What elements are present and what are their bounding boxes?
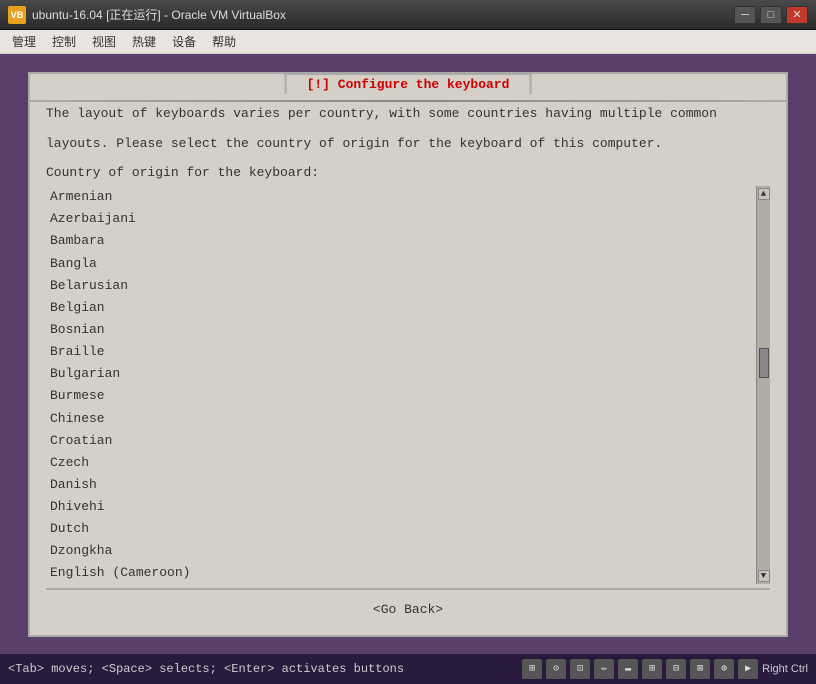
terminal-tab-title: [!] Configure the keyboard xyxy=(285,73,532,94)
country-list-item[interactable]: Danish xyxy=(46,474,756,496)
title-bar: VB ubuntu-16.04 [正在运行] - Oracle VM Virtu… xyxy=(0,0,816,30)
status-bar: <Tab> moves; <Space> selects; <Enter> ac… xyxy=(0,654,816,684)
status-icon-3: ⊡ xyxy=(570,659,590,679)
window-title: ubuntu-16.04 [正在运行] - Oracle VM VirtualB… xyxy=(32,6,286,23)
minimize-button[interactable]: ─ xyxy=(734,6,756,24)
country-label: Country of origin for the keyboard: xyxy=(46,165,770,180)
description-line2: layouts. Please select the country of or… xyxy=(46,134,770,155)
menu-item-设备[interactable]: 设备 xyxy=(164,31,204,52)
status-icon-9: ⊕ xyxy=(714,659,734,679)
title-bar-left: VB ubuntu-16.04 [正在运行] - Oracle VM Virtu… xyxy=(8,6,286,24)
country-list-item[interactable]: Croatian xyxy=(46,430,756,452)
menu-item-帮助[interactable]: 帮助 xyxy=(204,31,244,52)
status-icon-8: ⊠ xyxy=(690,659,710,679)
virtualbox-icon: VB xyxy=(8,6,26,24)
country-list-item[interactable]: Dhivehi xyxy=(46,496,756,518)
country-list-item[interactable]: Azerbaijani xyxy=(46,208,756,230)
country-list-item[interactable]: Chinese xyxy=(46,408,756,430)
country-list-item[interactable]: Dutch xyxy=(46,518,756,540)
country-list-container: ArmenianAzerbaijaniBambaraBanglaBelarusi… xyxy=(46,186,770,583)
close-button[interactable]: ✕ xyxy=(786,6,808,24)
country-list-item[interactable]: Bangla xyxy=(46,253,756,275)
scroll-track xyxy=(759,202,769,567)
status-icon-7: ⊟ xyxy=(666,659,686,679)
scroll-down-arrow[interactable]: ▼ xyxy=(758,570,770,582)
country-list-item[interactable]: Dzongkha xyxy=(46,540,756,562)
main-area: [!] Configure the keyboard The layout of… xyxy=(0,54,816,654)
right-ctrl-label: Right Ctrl xyxy=(762,663,808,675)
menu-item-视图[interactable]: 视图 xyxy=(84,31,124,52)
country-list-item[interactable]: Bambara xyxy=(46,230,756,252)
status-icon-2: ⊙ xyxy=(546,659,566,679)
country-list-item[interactable]: Belarusian xyxy=(46,275,756,297)
status-text: <Tab> moves; <Space> selects; <Enter> ac… xyxy=(8,662,404,676)
menu-item-控制[interactable]: 控制 xyxy=(44,31,84,52)
country-list-item[interactable]: Braille xyxy=(46,341,756,363)
menu-bar: 管理控制视图热键设备帮助 xyxy=(0,30,816,54)
country-list-item[interactable]: Bosnian xyxy=(46,319,756,341)
menu-item-热键[interactable]: 热键 xyxy=(124,31,164,52)
status-icon-5: ▬ xyxy=(618,659,638,679)
country-list-item[interactable]: Armenian xyxy=(46,186,756,208)
scrollbar[interactable]: ▲ ▼ xyxy=(756,186,770,583)
description-line1: The layout of keyboards varies per count… xyxy=(46,104,770,125)
country-list-item[interactable]: Czech xyxy=(46,452,756,474)
country-list-item[interactable]: Belgian xyxy=(46,297,756,319)
terminal-content: The layout of keyboards varies per count… xyxy=(30,74,786,635)
scroll-up-arrow[interactable]: ▲ xyxy=(758,188,770,200)
scroll-thumb[interactable] xyxy=(759,348,769,378)
terminal-window: [!] Configure the keyboard The layout of… xyxy=(28,72,788,637)
restore-button[interactable]: □ xyxy=(760,6,782,24)
terminal-top-line xyxy=(30,100,786,102)
status-icon-10: ▶ xyxy=(738,659,758,679)
country-list[interactable]: ArmenianAzerbaijaniBambaraBanglaBelarusi… xyxy=(46,186,756,583)
window-controls: ─ □ ✕ xyxy=(734,6,808,24)
status-icon-4: ✏ xyxy=(594,659,614,679)
status-icon-6: ⊞ xyxy=(642,659,662,679)
terminal-bottom-divider: <Go Back> xyxy=(46,588,770,625)
status-icons: ⊞ ⊙ ⊡ ✏ ▬ ⊞ ⊟ ⊠ ⊕ ▶ Right Ctrl xyxy=(522,659,808,679)
country-list-item[interactable]: Bulgarian xyxy=(46,363,756,385)
country-list-item[interactable]: English (Cameroon) xyxy=(46,562,756,583)
menu-item-管理[interactable]: 管理 xyxy=(4,31,44,52)
country-list-item[interactable]: Burmese xyxy=(46,385,756,407)
go-back-button[interactable]: <Go Back> xyxy=(367,600,449,619)
button-area: <Go Back> xyxy=(46,590,770,625)
status-icon-1: ⊞ xyxy=(522,659,542,679)
